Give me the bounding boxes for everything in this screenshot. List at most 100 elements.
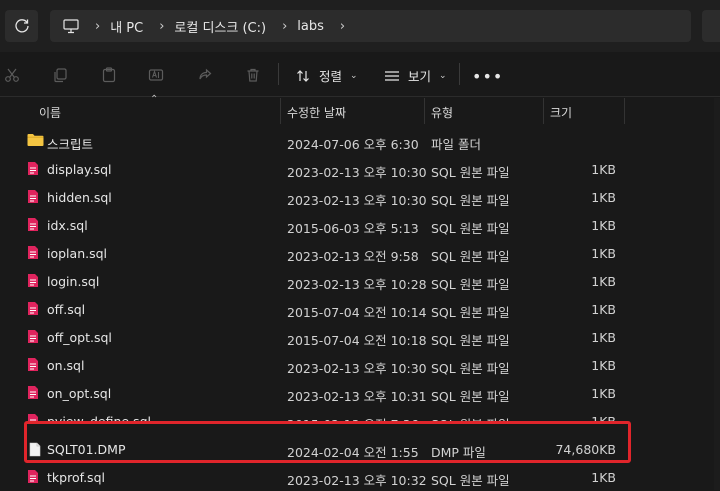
toolbar-divider <box>459 63 460 85</box>
column-type[interactable]: 유형 <box>431 104 453 121</box>
list-item[interactable]: tkprof.sql 2023-02-13 오후 10:32 SQL 원본 파일… <box>0 463 720 491</box>
refresh-icon <box>14 19 29 33</box>
file-name: off.sql <box>47 302 86 317</box>
file-size: 1KB <box>591 274 616 289</box>
file-type: DMP 파일 <box>431 445 486 460</box>
file-type: SQL 원본 파일 <box>431 277 510 292</box>
computer-icon <box>63 18 79 34</box>
view-button[interactable]: 보기 ⌄ <box>384 66 447 85</box>
chevron-right-icon[interactable]: › <box>159 19 164 34</box>
file-name: display.sql <box>47 162 112 177</box>
list-item[interactable]: on_opt.sql 2023-02-13 오후 10:31 SQL 원본 파일… <box>0 379 720 407</box>
chevron-right-icon[interactable]: › <box>282 19 287 34</box>
file-date: 2023-02-13 오전 9:58 <box>287 249 419 264</box>
vertical-scrollbar[interactable] <box>714 98 720 490</box>
list-item[interactable]: login.sql 2023-02-13 오후 10:28 SQL 원본 파일 … <box>0 267 720 295</box>
sort-icon <box>295 68 311 84</box>
file-name: on.sql <box>47 358 85 373</box>
file-type: SQL 원본 파일 <box>431 333 510 348</box>
file-date: 2023-02-13 오후 10:28 <box>287 277 427 292</box>
copy-icon[interactable] <box>51 66 69 84</box>
chevron-down-icon: ⌄ <box>439 70 447 81</box>
file-type: 파일 폴더 <box>431 137 481 152</box>
chevron-right-icon: › <box>95 18 101 34</box>
breadcrumb-local-disk[interactable]: 로컬 디스크 (C:) <box>174 17 266 36</box>
file-name: off_opt.sql <box>47 330 112 345</box>
file-name: hidden.sql <box>47 190 112 205</box>
address-row: › 내 PC › 로컬 디스크 (C:) › labs › <box>0 0 720 52</box>
column-header: ⌃ 이름 수정한 날짜 유형 크기 <box>0 94 720 124</box>
file-date: 2023-02-13 오후 10:30 <box>287 361 427 376</box>
sql-file-icon <box>27 161 41 177</box>
sql-file-icon <box>27 273 41 289</box>
sort-button[interactable]: 정렬 ⌄ <box>295 66 358 85</box>
folder-icon <box>27 133 44 149</box>
refresh-button[interactable] <box>5 10 38 42</box>
list-item[interactable]: hidden.sql 2023-02-13 오후 10:30 SQL 원본 파일… <box>0 183 720 211</box>
search-box[interactable] <box>702 10 720 42</box>
file-name: on_opt.sql <box>47 386 112 401</box>
file-size: 1KB <box>591 218 616 233</box>
file-date: 2015-07-04 오전 10:14 <box>287 305 427 320</box>
sql-file-icon <box>27 469 41 485</box>
delete-icon[interactable] <box>244 66 262 84</box>
column-divider[interactable] <box>624 98 625 124</box>
file-size: 1KB <box>591 358 616 373</box>
sql-file-icon <box>27 189 41 205</box>
column-divider[interactable] <box>543 98 544 124</box>
more-options-button[interactable]: ••• <box>472 67 503 86</box>
file-size: 74,680KB <box>555 442 616 457</box>
file-type: SQL 원본 파일 <box>431 389 510 404</box>
file-type: SQL 원본 파일 <box>431 305 510 320</box>
list-item[interactable]: off.sql 2015-07-04 오전 10:14 SQL 원본 파일 1K… <box>0 295 720 323</box>
file-name: SQLT01.DMP <box>47 442 126 457</box>
list-item[interactable]: ioplan.sql 2023-02-13 오전 9:58 SQL 원본 파일 … <box>0 239 720 267</box>
file-name: login.sql <box>47 274 100 289</box>
chevron-right-icon[interactable]: › <box>340 19 345 34</box>
file-size: 1KB <box>591 162 616 177</box>
view-list-icon <box>384 69 400 83</box>
toolbar-divider <box>278 63 279 85</box>
column-size[interactable]: 크기 <box>550 104 572 121</box>
command-bar: 정렬 ⌄ 보기 ⌄ ••• <box>0 52 720 97</box>
share-icon[interactable] <box>196 66 214 84</box>
dmp-file-icon <box>29 442 43 458</box>
paste-icon[interactable] <box>100 66 118 84</box>
sql-file-icon <box>27 329 41 345</box>
chevron-down-icon: ⌄ <box>350 70 358 81</box>
address-bar[interactable]: › 내 PC › 로컬 디스크 (C:) › labs › <box>50 10 691 42</box>
file-date: 2023-02-13 오후 10:31 <box>287 389 427 404</box>
list-item[interactable]: on.sql 2023-02-13 오후 10:30 SQL 원본 파일 1KB <box>0 351 720 379</box>
file-type: SQL 원본 파일 <box>431 221 510 236</box>
column-divider[interactable] <box>280 98 281 124</box>
breadcrumb-this-pc[interactable]: 내 PC <box>110 17 143 36</box>
highlighted-list-item[interactable]: SQLT01.DMP 2024-02-04 오전 1:55 DMP 파일 74,… <box>0 437 720 465</box>
file-size: 1KB <box>591 246 616 261</box>
file-date: 2023-02-13 오후 10:30 <box>287 165 427 180</box>
file-name: idx.sql <box>47 218 88 233</box>
list-item[interactable]: off_opt.sql 2015-07-04 오전 10:18 SQL 원본 파… <box>0 323 720 351</box>
list-item[interactable]: 스크립트 2024-07-06 오후 6:30 파일 폴더 <box>0 127 720 155</box>
column-divider[interactable] <box>424 98 425 124</box>
list-item[interactable]: idx.sql 2015-06-03 오후 5:13 SQL 원본 파일 1KB <box>0 211 720 239</box>
sort-ascending-icon: ⌃ <box>150 94 159 105</box>
file-type: SQL 원본 파일 <box>431 361 510 376</box>
column-name[interactable]: 이름 <box>39 104 61 121</box>
breadcrumb-labs[interactable]: labs <box>297 19 324 34</box>
list-item[interactable]: display.sql 2023-02-13 오후 10:30 SQL 원본 파… <box>0 155 720 183</box>
file-type: SQL 원본 파일 <box>431 193 510 208</box>
file-name: 스크립트 <box>47 137 94 152</box>
file-date: 2024-07-06 오후 6:30 <box>287 137 419 152</box>
file-size: 1KB <box>591 470 616 485</box>
file-size: 1KB <box>591 330 616 345</box>
file-size: 1KB <box>591 302 616 317</box>
sql-file-icon <box>27 385 41 401</box>
rename-icon[interactable] <box>147 66 165 84</box>
file-date: 2024-02-04 오전 1:55 <box>287 445 419 460</box>
file-name: ioplan.sql <box>47 246 108 261</box>
column-date[interactable]: 수정한 날짜 <box>287 104 346 121</box>
cut-icon[interactable] <box>3 66 21 84</box>
sort-label: 정렬 <box>319 69 343 84</box>
file-date: 2015-06-03 오후 5:13 <box>287 221 419 236</box>
file-size: 1KB <box>591 386 616 401</box>
